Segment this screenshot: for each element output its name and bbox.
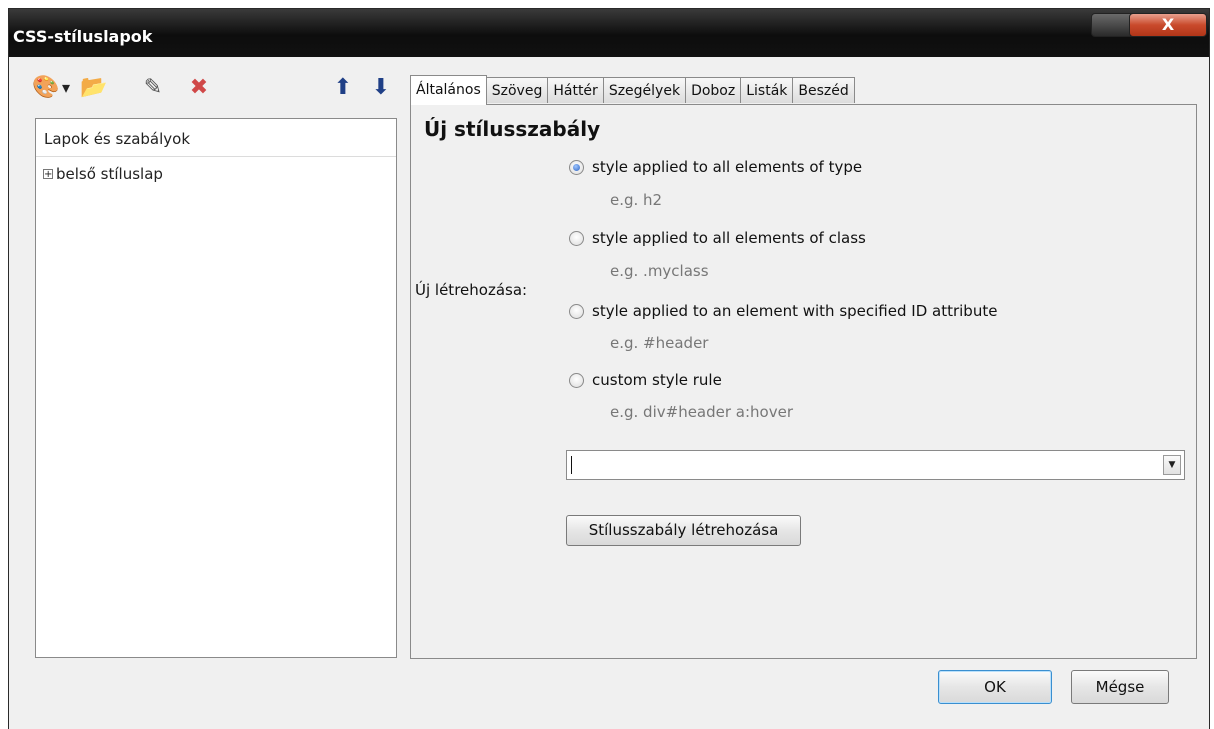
close-button[interactable]: X [1129,13,1207,37]
radio-button[interactable] [569,230,584,246]
text-cursor [571,456,572,474]
tree-item-label: belső stíluslap [56,165,163,183]
move-up-icon[interactable]: ⬆ [330,75,356,101]
selector-combobox[interactable]: ▼ [566,450,1185,480]
stylesheet-tree[interactable]: Lapok és szabályok + belső stíluslap [35,118,397,658]
tab-lists[interactable]: Listák [740,77,794,103]
option-label: style applied to all elements of class [592,229,866,247]
import-icon[interactable]: 📂 [80,75,107,101]
create-rule-button[interactable]: Stílusszabály létrehozása [566,515,801,546]
tab-strip: Általános Szöveg Háttér Szegélyek Doboz … [410,75,855,105]
delete-icon[interactable]: ✖ [186,75,212,101]
tree-item-internal-stylesheet[interactable]: + belső stíluslap [43,165,163,183]
tab-text[interactable]: Szöveg [485,77,549,103]
cancel-button[interactable]: Mégse [1071,670,1169,704]
chevron-down-icon[interactable]: ▼ [1163,455,1181,475]
example-text: e.g. #header [610,334,709,352]
radio-button[interactable] [569,372,584,388]
radio-button-checked[interactable] [569,159,584,175]
option-custom[interactable]: custom style rule [569,371,722,389]
option-id[interactable]: style applied to an element with specifi… [569,302,997,320]
tab-borders[interactable]: Szegélyek [602,77,687,103]
ok-button[interactable]: OK [938,670,1052,704]
tree-header: Lapok és szabályok [36,119,396,157]
panel-title: Új stílusszabály [424,117,601,141]
tab-background[interactable]: Háttér [547,77,604,103]
example-text: e.g. h2 [610,191,663,209]
move-down-icon[interactable]: ⬇ [368,75,394,101]
radio-button[interactable] [569,303,584,319]
tab-speech[interactable]: Beszéd [792,77,855,103]
palette-icon[interactable]: 🎨 [32,75,59,101]
option-label: style applied to all elements of type [592,158,863,176]
edit-icon[interactable]: ✎ [140,75,166,101]
expand-icon[interactable]: + [43,169,53,180]
example-text: e.g. div#header a:hover [610,403,794,421]
option-label: style applied to an element with specifi… [592,302,998,320]
dropdown-arrow-icon[interactable]: ▾ [58,75,74,101]
option-label: custom style rule [592,371,722,389]
window-title: CSS-stíluslapok [13,27,153,46]
title-bar[interactable]: CSS-stíluslapok X [9,9,1209,57]
option-type[interactable]: style applied to all elements of type [569,158,862,176]
tab-general[interactable]: Általános [410,75,487,105]
example-text: e.g. .myclass [610,262,709,280]
create-new-label: Új létrehozása: [415,281,528,299]
tab-box[interactable]: Doboz [685,77,742,103]
tab-panel-general: Új stílusszabály Új létrehozása: style a… [410,104,1197,659]
option-class[interactable]: style applied to all elements of class [569,229,866,247]
